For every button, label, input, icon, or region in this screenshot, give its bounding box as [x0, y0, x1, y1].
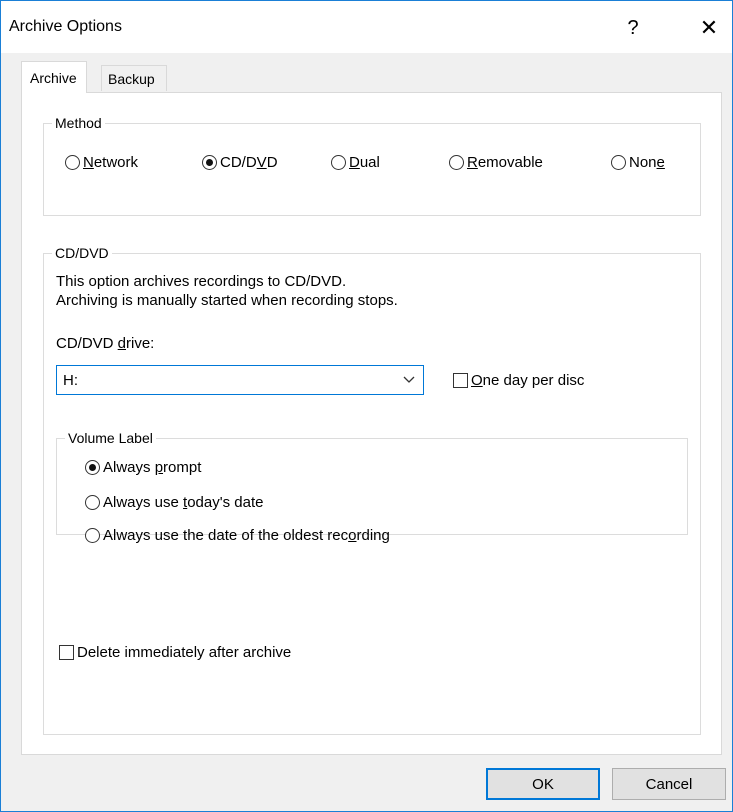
radio-indicator: [449, 155, 464, 170]
method-dual-radio[interactable]: Dual: [331, 154, 380, 171]
radio-label: Network: [83, 154, 139, 171]
radio-label: Dual: [349, 154, 380, 171]
radio-indicator: [65, 155, 80, 170]
one-day-per-disc-checkbox[interactable]: One day per disc: [453, 372, 584, 389]
archive-options-dialog: Archive Options ? ✕ Archive Backup Metho…: [0, 0, 733, 812]
checkbox-indicator: [453, 373, 468, 388]
window-title: Archive Options: [9, 18, 122, 35]
close-button[interactable]: ✕: [689, 10, 729, 46]
cddvd-description-line2: Archiving is manually started when recor…: [56, 292, 398, 309]
radio-indicator-selected: [85, 460, 100, 475]
checkbox-label: One day per disc: [471, 372, 585, 389]
cddvd-drive-value: H:: [63, 372, 78, 389]
cddvd-drive-label: CD/DVD drive:: [56, 335, 155, 352]
delete-after-archive-checkbox[interactable]: Delete immediately after archive: [59, 644, 291, 661]
title-bar: Archive Options ? ✕: [1, 1, 732, 53]
radio-indicator: [85, 495, 100, 510]
checkbox-label: Delete immediately after archive: [77, 644, 292, 661]
help-button[interactable]: ?: [613, 10, 653, 46]
radio-indicator-selected: [202, 155, 217, 170]
radio-label: Always use the date of the oldest record…: [103, 527, 390, 544]
cancel-button[interactable]: Cancel: [612, 768, 726, 800]
cddvd-drive-select[interactable]: H:: [56, 365, 424, 395]
ok-button[interactable]: OK: [486, 768, 600, 800]
radio-indicator: [611, 155, 626, 170]
method-cddvd-radio[interactable]: CD/DVD: [202, 154, 278, 171]
volume-label-legend: Volume Label: [68, 430, 153, 446]
checkbox-indicator: [59, 645, 74, 660]
radio-indicator: [331, 155, 346, 170]
volume-todays-date-radio[interactable]: Always use today's date: [85, 494, 263, 511]
radio-label: None: [629, 154, 665, 171]
radio-label: CD/DVD: [220, 154, 278, 171]
tab-archive[interactable]: Archive: [21, 61, 87, 93]
method-none-radio[interactable]: None: [611, 154, 665, 171]
volume-always-prompt-radio[interactable]: Always prompt: [85, 459, 201, 476]
volume-label-group: Volume Label: [56, 430, 688, 535]
radio-label: Removable: [467, 154, 543, 171]
radio-label: Always prompt: [103, 459, 202, 476]
chevron-down-icon[interactable]: [401, 371, 417, 389]
radio-indicator: [85, 528, 100, 543]
method-removable-radio[interactable]: Removable: [449, 154, 543, 171]
cddvd-legend: CD/DVD: [55, 245, 109, 261]
radio-label: Always use today's date: [103, 494, 264, 511]
cddvd-description-line1: This option archives recordings to CD/DV…: [56, 273, 347, 290]
volume-oldest-recording-radio[interactable]: Always use the date of the oldest record…: [85, 527, 390, 544]
tab-backup[interactable]: Backup: [101, 65, 167, 91]
archive-tab-panel: Method Network CD/DVD Dual Removable Non…: [21, 92, 722, 755]
method-network-radio[interactable]: Network: [65, 154, 138, 171]
method-legend: Method: [55, 115, 102, 131]
